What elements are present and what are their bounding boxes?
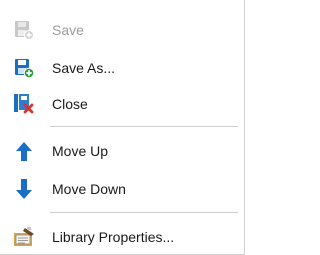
save-as-icon bbox=[15, 59, 35, 79]
menu-item-move-up[interactable]: Move Up bbox=[0, 134, 244, 168]
move-up-label: Move Up bbox=[52, 143, 109, 159]
save-icon bbox=[15, 21, 34, 40]
menu-item-save[interactable]: Save bbox=[0, 13, 244, 47]
move-down-label: Move Down bbox=[52, 181, 126, 197]
library-properties-icon bbox=[14, 227, 34, 246]
arrow-up-icon bbox=[16, 142, 32, 161]
context-menu: Save Save As... Close Move Up Move Down … bbox=[0, 0, 245, 255]
menu-item-move-down[interactable]: Move Down bbox=[0, 172, 244, 206]
close-label: Close bbox=[52, 96, 88, 112]
menu-separator bbox=[50, 212, 238, 213]
arrow-down-icon bbox=[16, 179, 32, 199]
menu-item-close[interactable]: Close bbox=[0, 87, 244, 121]
close-library-icon bbox=[14, 94, 34, 114]
menu-item-save-as[interactable]: Save As... bbox=[0, 51, 244, 85]
menu-item-library-properties[interactable]: Library Properties... bbox=[0, 220, 244, 254]
save-as-label: Save As... bbox=[52, 60, 116, 76]
library-properties-label: Library Properties... bbox=[52, 229, 175, 245]
save-label: Save bbox=[52, 22, 84, 38]
menu-separator bbox=[50, 126, 238, 127]
